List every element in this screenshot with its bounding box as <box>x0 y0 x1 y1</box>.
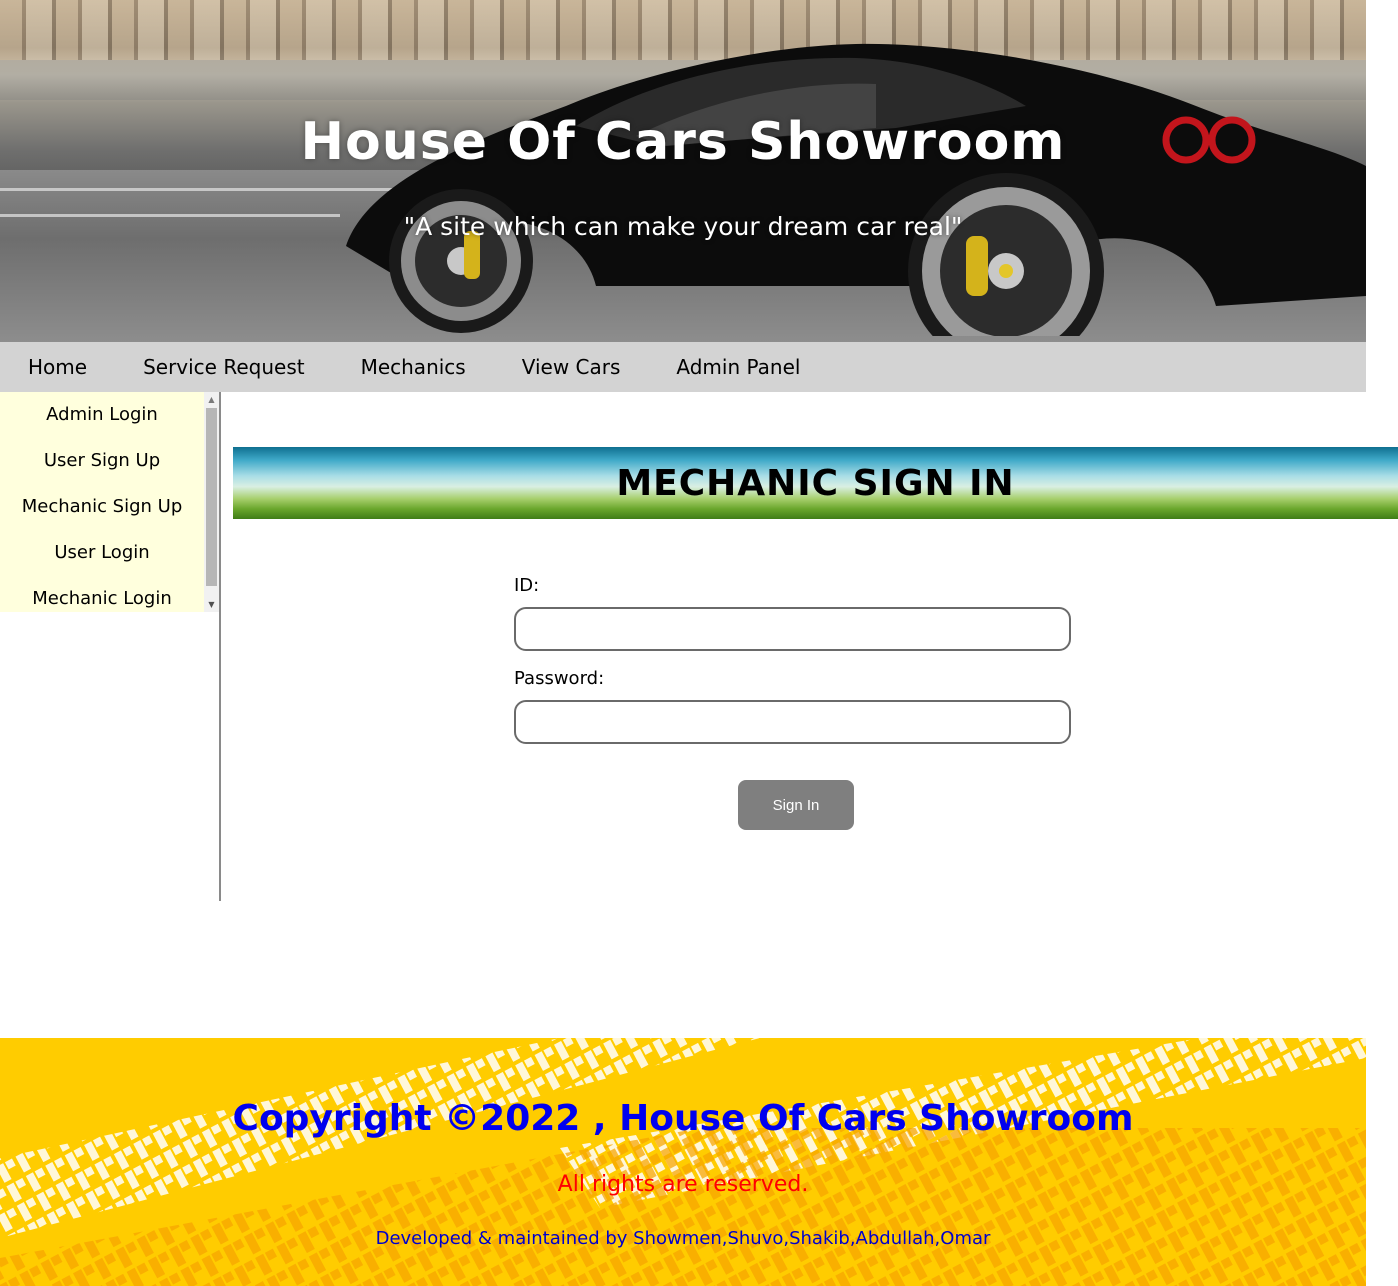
main-navigation: Home Service Request Mechanics View Cars… <box>0 342 1366 392</box>
nav-service-request[interactable]: Service Request <box>115 342 333 392</box>
scroll-up-arrow-icon[interactable]: ▲ <box>204 392 219 407</box>
password-label: Password: <box>514 668 605 689</box>
sidebar-item-mechanic-sign-up[interactable]: Mechanic Sign Up <box>0 484 204 530</box>
field-spacer <box>514 651 1075 665</box>
site-title: House Of Cars Showroom <box>300 112 1066 172</box>
footer-rights: All rights are reserved. <box>557 1172 809 1197</box>
sidebar-item-user-login[interactable]: User Login <box>0 530 204 576</box>
footer-developers: Developed & maintained by Showmen,Shuvo,… <box>375 1228 991 1249</box>
id-label: ID: <box>514 575 540 596</box>
sidebar-item-user-sign-up[interactable]: User Sign Up <box>0 438 204 484</box>
sidebar-item-admin-login[interactable]: Admin Login <box>0 392 204 438</box>
scrollbar-thumb[interactable] <box>206 408 217 586</box>
site-header: House Of Cars Showroom "A site which can… <box>0 0 1366 342</box>
page-heading-banner: MECHANIC SIGN IN <box>233 447 1398 519</box>
sidebar-item-mechanic-login[interactable]: Mechanic Login <box>0 576 204 612</box>
sidebar: Admin Login User Sign Up Mechanic Sign U… <box>0 392 219 612</box>
sign-in-button[interactable]: Sign In <box>738 780 854 830</box>
password-input[interactable] <box>514 700 1071 744</box>
footer-copyright: Copyright ©2022 , House Of Cars Showroom <box>232 1098 1134 1139</box>
id-input[interactable] <box>514 607 1071 651</box>
mechanic-signin-form: ID: Password: <box>514 572 1075 744</box>
site-tagline: "A site which can make your dream car re… <box>403 212 963 241</box>
site-footer: Copyright ©2022 , House Of Cars Showroom… <box>0 1038 1366 1286</box>
sidebar-divider <box>219 392 221 901</box>
sidebar-scrollbar[interactable]: ▲ ▼ <box>204 392 219 612</box>
nav-admin-panel[interactable]: Admin Panel <box>648 342 828 392</box>
nav-home[interactable]: Home <box>0 342 115 392</box>
sports-car-image <box>346 43 1366 336</box>
page-title: MECHANIC SIGN IN <box>616 463 1015 504</box>
nav-mechanics[interactable]: Mechanics <box>333 342 494 392</box>
scroll-down-arrow-icon[interactable]: ▼ <box>204 597 219 612</box>
nav-view-cars[interactable]: View Cars <box>494 342 649 392</box>
